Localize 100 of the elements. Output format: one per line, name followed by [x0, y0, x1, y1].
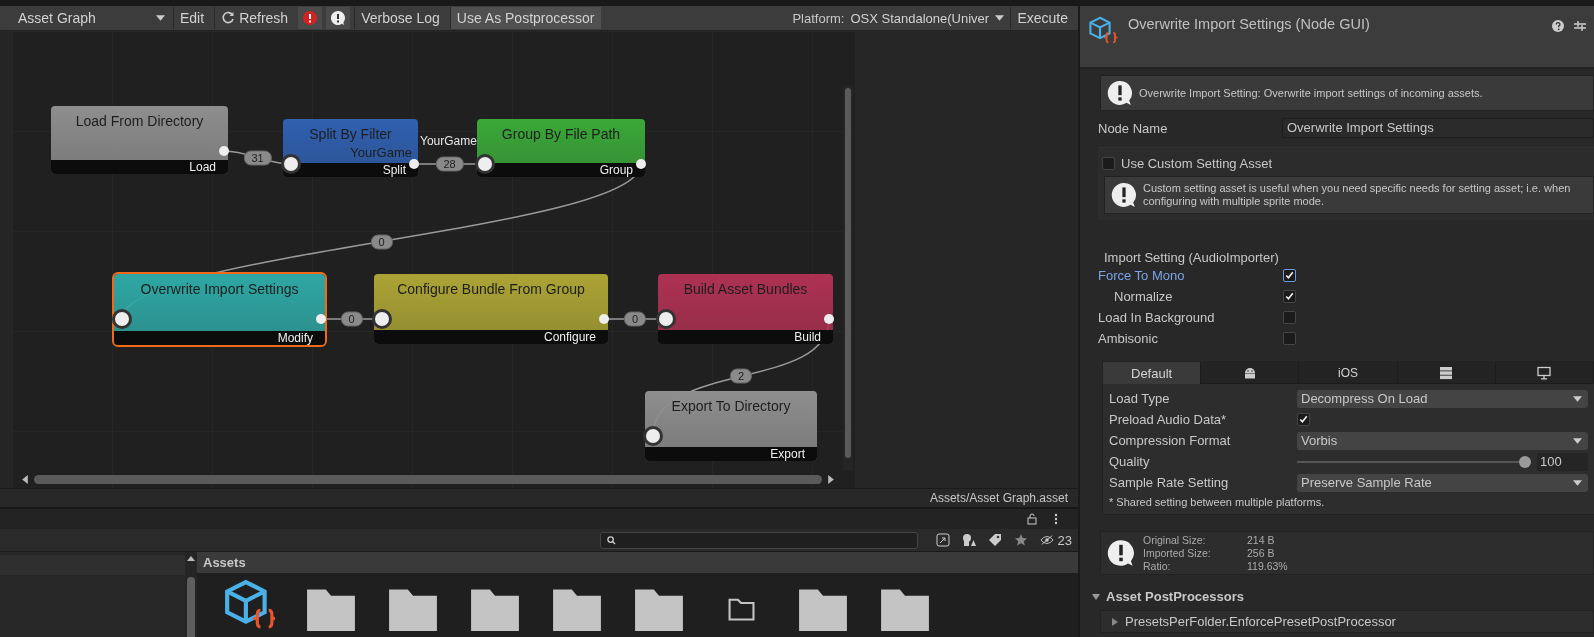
- slider-thumb[interactable]: [1519, 455, 1531, 468]
- setting-dropdown[interactable]: Decompress On Load: [1297, 389, 1588, 408]
- setting-label: Load Type: [1109, 391, 1171, 406]
- output-label: Export: [770, 447, 805, 461]
- inspector-title: Overwrite Import Settings (Node GUI): [1128, 16, 1371, 32]
- size-label: Original Size:: [1143, 533, 1207, 547]
- output-port[interactable]: [219, 146, 229, 156]
- platform-tab[interactable]: [1397, 362, 1496, 384]
- node-title: Export To Directory: [671, 398, 791, 414]
- output-port[interactable]: [409, 159, 419, 169]
- toggle-label: Force To Mono: [1098, 268, 1186, 283]
- postprocessor-item[interactable]: PresetsPerFolder.EnforcePresetPostProcessor: [1100, 610, 1594, 633]
- preset-icon[interactable]: [1574, 20, 1586, 32]
- size-value: 256 B: [1247, 546, 1275, 560]
- input-port[interactable]: [372, 309, 392, 329]
- input-port[interactable]: [643, 426, 663, 446]
- search-field[interactable]: [599, 531, 918, 549]
- platform-tab[interactable]: [1495, 362, 1594, 384]
- checkbox[interactable]: [1283, 269, 1296, 282]
- checkbox[interactable]: [1283, 332, 1296, 345]
- foldout-arrow-icon[interactable]: [1092, 592, 1100, 601]
- field-label: Node Name: [1098, 120, 1169, 136]
- output-port[interactable]: [636, 159, 646, 169]
- platform-tab[interactable]: iOS: [1299, 362, 1398, 384]
- node-title: Load From Directory: [75, 113, 204, 129]
- port-label: YourGame: [350, 145, 412, 160]
- server-icon: [1439, 365, 1454, 380]
- platform-tab[interactable]: [1201, 362, 1300, 384]
- output-port[interactable]: [599, 314, 609, 324]
- output-port[interactable]: [824, 314, 834, 324]
- graph-canvas[interactable]: [12, 31, 855, 488]
- graph-node[interactable]: Build Asset Bundles Build: [658, 274, 833, 344]
- platform-tab[interactable]: Default: [1103, 362, 1202, 384]
- graph-node[interactable]: Configure Bundle From Group Configure: [374, 274, 608, 344]
- help-icon[interactable]: [1552, 20, 1564, 32]
- section-header: Import Setting (AudioImporter): [1103, 250, 1280, 265]
- node-title: Group By File Path: [501, 126, 621, 142]
- caret-icon: [995, 15, 1005, 21]
- setting-dropdown[interactable]: Preserve Sample Rate: [1297, 473, 1588, 492]
- checkbox[interactable]: [1297, 413, 1310, 426]
- scene-search-icon[interactable]: [935, 533, 950, 547]
- caret-icon: [1573, 437, 1582, 444]
- graph-node[interactable]: Export To Directory Export: [645, 391, 817, 461]
- warning-toggle-button[interactable]: [326, 7, 351, 29]
- output-label: Modify: [277, 331, 313, 345]
- info-bubble-icon: [1107, 80, 1133, 106]
- use-as-postprocessor-button[interactable]: Use As Postprocessor: [449, 7, 601, 29]
- size-label: Imported Size:: [1143, 546, 1212, 560]
- monitor-icon: [1537, 365, 1552, 380]
- size-value: 119.63%: [1247, 559, 1288, 573]
- graph-node[interactable]: Group By File Path Group: [477, 119, 645, 177]
- scrollbar-thumb[interactable]: [187, 577, 195, 637]
- checkbox[interactable]: [1283, 290, 1296, 303]
- node-title: Build Asset Bundles: [683, 281, 808, 297]
- info-bubble-icon: [1111, 182, 1137, 208]
- toggle-label: Ambisonic: [1098, 331, 1159, 346]
- search-icon: [606, 535, 616, 545]
- connection-count: 0: [340, 311, 363, 327]
- checkbox[interactable]: [1102, 156, 1115, 170]
- asset-path: Assets/Asset Graph.asset: [929, 491, 1068, 505]
- section-title: Asset PostProcessors: [1106, 589, 1244, 604]
- help-text: Overwrite Import Setting: Overwrite import settings of incoming assets.: [1139, 86, 1483, 100]
- input-port[interactable]: [281, 154, 301, 174]
- scroll-left-icon: [22, 474, 28, 484]
- info-bubble-icon: [1107, 539, 1135, 567]
- size-value: 214 B: [1247, 533, 1275, 547]
- checkbox-label: Use Custom Setting Asset: [1121, 155, 1272, 171]
- checkbox[interactable]: [1283, 311, 1296, 324]
- setting-dropdown[interactable]: Vorbis: [1297, 431, 1588, 450]
- setting-label: Sample Rate Setting: [1109, 475, 1230, 490]
- postprocessor-name: PresetsPerFolder.EnforcePresetPostProcessor: [1125, 614, 1396, 629]
- number-field[interactable]: 100: [1537, 452, 1588, 471]
- foldout-arrow-icon[interactable]: [1111, 617, 1119, 626]
- graph-node[interactable]: Split By Filter YourGame Split: [283, 119, 418, 177]
- refresh-icon: [221, 11, 236, 25]
- error-toggle-button[interactable]: [298, 7, 323, 29]
- caret-icon: [156, 15, 165, 21]
- node-title: Split By Filter: [309, 126, 392, 142]
- output-label: Build: [794, 330, 821, 344]
- label-filter-icon[interactable]: [987, 533, 1002, 547]
- toggle-label: Load In Background: [1098, 310, 1216, 325]
- output-label: Split: [382, 163, 406, 177]
- asset-graph-icon[interactable]: [223, 579, 275, 631]
- setting-label: Preload Audio Data*: [1109, 412, 1228, 427]
- input-port[interactable]: [475, 154, 495, 174]
- platform-label: Platform:: [792, 10, 845, 26]
- graph-node[interactable]: Overwrite Import Settings Modify: [114, 274, 325, 345]
- graph-node[interactable]: Load From Directory Load: [51, 106, 228, 174]
- hidden-eye-icon[interactable]: [1039, 533, 1054, 547]
- lock-icon[interactable]: [1026, 513, 1038, 525]
- android-icon: [1242, 365, 1257, 380]
- output-label: Load: [189, 160, 216, 174]
- setting-label: Compression Format: [1109, 433, 1232, 448]
- connection-count: 2: [729, 368, 753, 384]
- favorite-icon[interactable]: [1013, 533, 1028, 547]
- connection-count: 28: [435, 156, 464, 172]
- type-filter-icon[interactable]: [961, 533, 976, 547]
- vertical-scrollbar[interactable]: [843, 86, 853, 471]
- node-name-field[interactable]: Overwrite Import Settings: [1282, 118, 1594, 138]
- output-label: Group: [599, 163, 633, 177]
